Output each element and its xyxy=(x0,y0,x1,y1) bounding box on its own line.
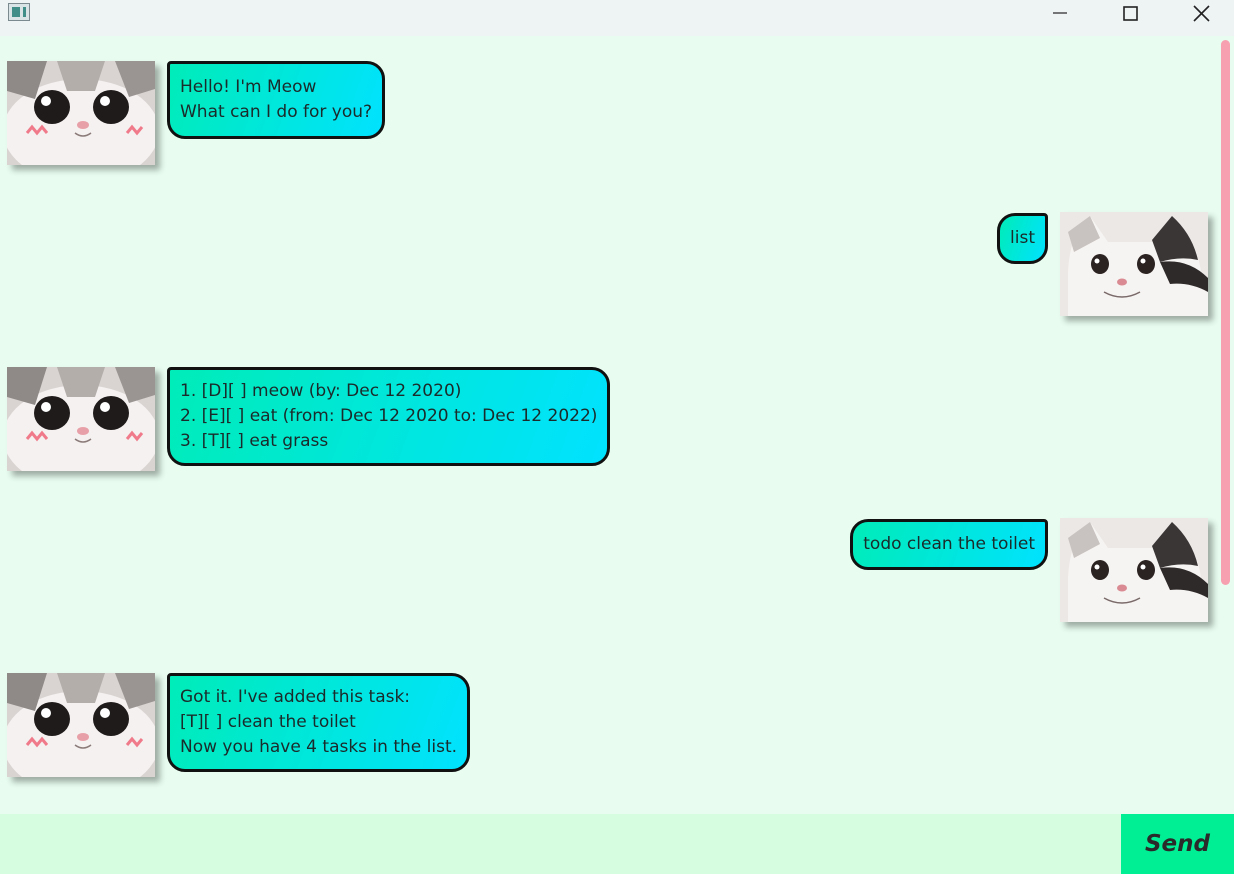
bot-avatar xyxy=(7,367,155,471)
message-line: Hello! I'm Meow xyxy=(180,77,317,97)
minimize-button[interactable] xyxy=(1030,0,1090,30)
message-line: Now you have 4 tasks in the list. xyxy=(180,737,458,757)
message-input[interactable] xyxy=(0,814,1121,874)
chat-scroll-area[interactable]: Hello! I'm Meow What can I do for you? l… xyxy=(0,36,1234,814)
app-window: Hello! I'm Meow What can I do for you? l… xyxy=(0,0,1234,874)
message-line: list xyxy=(1010,228,1035,248)
maximize-button[interactable] xyxy=(1100,0,1160,30)
white-kitten-avatar xyxy=(7,367,155,471)
scrollbar-thumb[interactable] xyxy=(1221,40,1230,585)
message-line: What can I do for you? xyxy=(180,102,373,122)
bot-message-bubble: 1. [D][ ] meow (by: Dec 12 2020) 2. [E][… xyxy=(167,367,611,466)
minimize-icon xyxy=(1053,12,1067,14)
black-white-cat-avatar xyxy=(1060,212,1208,316)
white-kitten-avatar xyxy=(7,61,155,165)
message-line: Got it. I've added this task: xyxy=(180,687,411,707)
white-kitten-avatar xyxy=(7,673,155,777)
bot-avatar xyxy=(7,61,155,165)
title-bar xyxy=(0,0,1234,36)
bot-message-bubble: Hello! I'm Meow What can I do for you? xyxy=(167,61,386,139)
task-line: 3. [T][ ] eat grass xyxy=(180,431,329,451)
close-button[interactable] xyxy=(1170,0,1230,30)
task-line: 1. [D][ ] meow (by: Dec 12 2020) xyxy=(180,381,462,401)
close-icon xyxy=(1193,5,1210,22)
user-message-bubble: list xyxy=(997,213,1048,264)
user-avatar xyxy=(1060,212,1208,316)
maximize-icon xyxy=(1123,6,1138,21)
bot-message-bubble: Got it. I've added this task: [T][ ] cle… xyxy=(167,673,471,772)
app-window-icon xyxy=(8,3,30,21)
user-avatar xyxy=(1060,518,1208,622)
message-line: todo clean the toilet xyxy=(863,534,1035,554)
black-white-cat-avatar xyxy=(1060,518,1208,622)
send-button[interactable]: Send xyxy=(1121,814,1234,874)
task-line: 2. [E][ ] eat (from: Dec 12 2020 to: Dec… xyxy=(180,406,598,426)
user-message-bubble: todo clean the toilet xyxy=(850,519,1048,570)
bot-avatar xyxy=(7,673,155,777)
message-line: [T][ ] clean the toilet xyxy=(180,712,356,732)
